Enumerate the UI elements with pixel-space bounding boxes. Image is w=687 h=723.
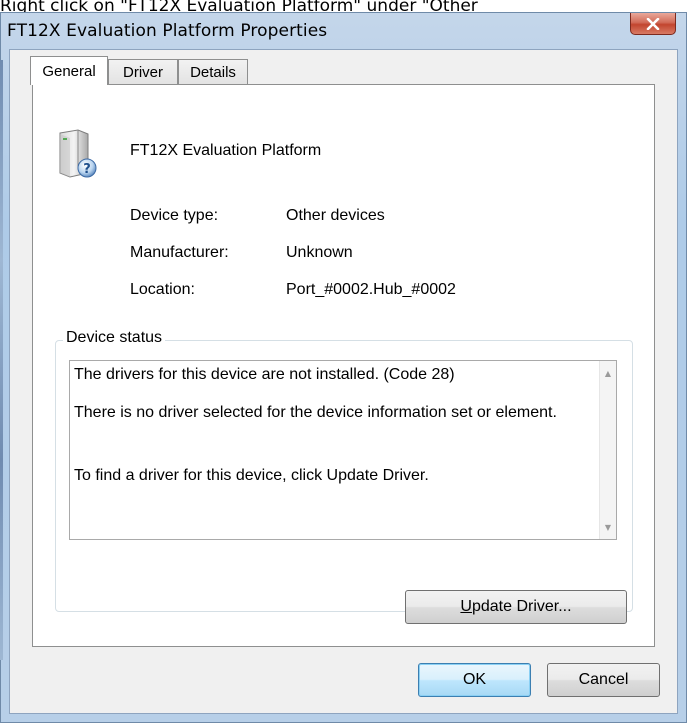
unknown-device-icon: ? [54,129,100,179]
location-label: Location: [130,281,195,298]
cancel-label: Cancel [578,671,629,688]
general-tab-panel: ? FT12X Evaluation Platform Device type:… [32,84,655,647]
device-status-textbox[interactable]: The drivers for this device are not inst… [69,360,617,540]
update-driver-button[interactable]: Update Driver... [405,590,627,624]
ok-label: OK [462,671,487,688]
close-button[interactable] [630,13,676,35]
status-line-code: The drivers for this device are not inst… [74,366,455,383]
vertical-scrollbar[interactable]: ▲ ▼ [599,361,616,539]
cancel-button[interactable]: Cancel [547,663,660,697]
status-line-hint: To find a driver for this device, click … [74,467,429,484]
location-value: Port_#0002.Hub_#0002 [286,281,456,298]
tab-details[interactable]: Details [178,59,248,84]
tab-general[interactable]: General [30,56,108,85]
close-icon [646,17,660,30]
svg-text:?: ? [83,162,91,177]
ok-button[interactable]: OK [418,663,531,697]
tab-driver[interactable]: Driver [108,59,178,84]
device-status-text: The drivers for this device are not inst… [74,364,574,486]
background-window-edge [0,60,3,660]
properties-dialog: FT12X Evaluation Platform Properties Gen… [0,12,687,723]
manufacturer-value: Unknown [286,244,353,261]
device-name: FT12X Evaluation Platform [130,142,322,159]
status-line-no-driver: There is no driver selected for the devi… [74,404,557,421]
dialog-title: FT12X Evaluation Platform Properties [7,21,328,41]
device-type-label: Device type: [130,207,219,224]
tab-general-label: General [42,62,96,80]
update-driver-label: pdate Driver... [471,598,572,615]
tab-details-label: Details [190,63,236,81]
device-status-title: Device status [63,329,166,347]
manufacturer-label: Manufacturer: [130,244,229,261]
scroll-up-icon[interactable]: ▲ [600,365,616,381]
scroll-down-icon[interactable]: ▼ [600,519,616,535]
tab-driver-label: Driver [123,63,163,81]
dialog-body: General Driver Details ? FT12X Evaluatio… [9,49,678,714]
update-driver-accelerator: U [460,598,472,615]
device-type-value: Other devices [286,207,385,224]
title-bar[interactable]: FT12X Evaluation Platform Properties [1,13,686,49]
